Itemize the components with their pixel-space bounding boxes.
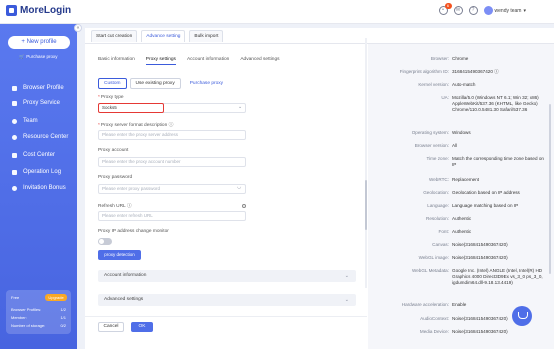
proxy-account-label: Proxy account — [98, 148, 129, 153]
option-custom[interactable]: Custom — [98, 78, 127, 89]
team-icon — [12, 118, 17, 124]
header-actions: • 6 ✉ ? wendy team ▾ — [438, 3, 526, 15]
form-footer: Cancel OK — [85, 316, 367, 349]
user-menu[interactable]: wendy team ▾ — [483, 6, 526, 15]
form-scrollbar-thumb[interactable] — [365, 180, 367, 230]
plan-name: Free — [11, 295, 20, 300]
cost-icon — [12, 152, 17, 158]
sidebar-item-proxy-service[interactable]: Proxy Service — [12, 100, 60, 106]
proxy-icon — [12, 100, 17, 106]
sidebar-item-label: Proxy Service — [23, 100, 61, 106]
cart-icon: 🛒 — [19, 54, 26, 59]
eye-icon[interactable]: ◡ — [237, 184, 241, 190]
advanced-settings-section[interactable]: Advanced settings ⌄ — [98, 294, 356, 306]
proxy-method-selector: Custom Use existing proxy Purchase proxy — [98, 78, 230, 89]
plan-value: 1/2 — [60, 307, 66, 312]
tab-bulk-import[interactable]: Bulk import — [189, 30, 224, 42]
chevron-down-icon: ▾ — [523, 7, 526, 14]
sidebar-item-label: Resource Center — [23, 134, 69, 140]
chevron-down-icon: ⌄ — [344, 273, 349, 279]
plan-label: Number of storage: — [11, 323, 46, 328]
plan-value: 1/1 — [60, 315, 66, 320]
fingerprint-summary-panel: Browser: Chrome Fingerprint algorithm ID:… — [368, 44, 554, 349]
refresh-icon[interactable] — [242, 204, 246, 208]
collapse-sidebar-button[interactable]: « — [74, 24, 82, 32]
notification-badge: 6 — [444, 3, 452, 9]
form-scrollbar[interactable] — [365, 38, 367, 288]
plan-label: Browser Profiles: — [11, 307, 42, 312]
log-icon — [12, 169, 17, 175]
sidebar-item-cost-center[interactable]: Cost Center — [12, 152, 55, 158]
sidebar-item-label: Cost Center — [23, 152, 56, 158]
support-chat-button[interactable] — [512, 306, 532, 326]
sidebar-item-label: Invitation Bonus — [23, 185, 66, 191]
proxy-type-select[interactable]: Socks5 — [98, 103, 164, 113]
option-purchase-proxy[interactable]: Purchase proxy — [183, 78, 230, 89]
info-icon: ⓘ — [126, 204, 132, 209]
proxy-detection-button[interactable]: proxy detection — [98, 250, 141, 260]
gift-icon — [12, 185, 17, 191]
tab-account-information[interactable]: Account information — [187, 57, 229, 65]
top-tabs: Start cut creation Advance setting Bulk … — [91, 30, 224, 42]
plan-value: 0/2 — [60, 323, 66, 328]
sidebar-item-team[interactable]: Team — [12, 118, 38, 124]
sidebar-item-label: Operation Log — [23, 169, 62, 175]
sidebar-item-browser-profile[interactable]: Browser Profile — [12, 85, 64, 91]
plan-label: Member: — [11, 315, 27, 320]
sub-tabs: Basic information Proxy settings Account… — [98, 57, 280, 65]
tab-start-cut-creation[interactable]: Start cut creation — [91, 30, 138, 42]
section-title: Account information — [104, 273, 147, 278]
sidebar-item-resource-center[interactable]: Resource Center — [12, 134, 68, 140]
message-icon[interactable]: ✉ — [453, 6, 463, 15]
plan-card: Free Upgrade Browser Profiles: 1/2 Membe… — [6, 290, 71, 334]
proxy-password-label: Proxy password — [98, 175, 133, 180]
refresh-url-label: Refresh URL ⓘ — [98, 204, 132, 209]
upgrade-button[interactable]: Upgrade — [45, 294, 67, 301]
purchase-proxy-link[interactable]: 🛒 Purchase proxy — [0, 54, 77, 60]
ip-monitor-label: Proxy IP address change monitor — [98, 229, 169, 234]
main-panel: Start cut creation Advance setting Bulk … — [85, 28, 554, 349]
proxy-type-label: *Proxy type — [98, 95, 124, 100]
tab-proxy-settings[interactable]: Proxy settings — [145, 57, 177, 65]
new-profile-button[interactable]: + New profile — [8, 36, 70, 49]
logo-icon — [6, 5, 17, 16]
cancel-button[interactable]: Cancel — [98, 322, 124, 332]
sidebar: + New profile 🛒 Purchase proxy Browser P… — [0, 24, 77, 349]
sidebar-item-label: Browser Profile — [23, 85, 64, 91]
purchase-proxy-label: Purchase proxy — [26, 54, 58, 59]
app-name: MoreLogin — [20, 5, 72, 16]
fingerprint-scrollbar[interactable] — [549, 104, 551, 274]
top-bar: MoreLogin • 6 ✉ ? wendy team ▾ — [0, 0, 554, 24]
user-name: wendy team — [494, 7, 522, 14]
ip-monitor-toggle[interactable] — [98, 238, 112, 245]
sidebar-item-label: Team — [23, 118, 38, 124]
avatar — [483, 6, 493, 15]
proxy-account-input[interactable]: Please enter the proxy account number — [98, 157, 246, 167]
app-logo[interactable]: MoreLogin — [6, 5, 71, 16]
tab-basic-information[interactable]: Basic information — [98, 57, 135, 65]
notification-icon[interactable]: • 6 — [438, 3, 452, 15]
info-icon: ⓘ — [168, 123, 174, 128]
ok-button[interactable]: OK — [131, 322, 153, 332]
proxy-settings-form: Custom Use existing proxy Purchase proxy… — [85, 68, 367, 338]
chevron-down-icon: ⌄ — [238, 104, 243, 110]
sidebar-item-operation-log[interactable]: Operation Log — [12, 169, 61, 175]
account-information-section[interactable]: Account information ⌄ — [98, 270, 356, 282]
sidebar-item-invitation-bonus[interactable]: Invitation Bonus — [12, 185, 66, 191]
proxy-server-input[interactable]: Please enter the proxy server address — [98, 130, 246, 140]
proxy-password-input[interactable]: Please enter proxy password — [98, 184, 246, 194]
resource-icon — [12, 134, 17, 140]
browser-icon — [12, 85, 17, 91]
section-title: Advanced settings — [104, 297, 144, 302]
chevron-down-icon: ⌄ — [344, 297, 349, 303]
proxy-desc-label: *Proxy server format description ⓘ — [98, 123, 174, 128]
tab-advanced-settings[interactable]: Advanced settings — [240, 57, 279, 65]
refresh-url-input[interactable]: Please enter refresh URL — [98, 211, 246, 221]
help-icon[interactable]: ? — [468, 6, 478, 15]
option-use-existing-proxy[interactable]: Use existing proxy — [129, 78, 181, 89]
tab-advance-setting[interactable]: Advance setting — [141, 30, 186, 42]
